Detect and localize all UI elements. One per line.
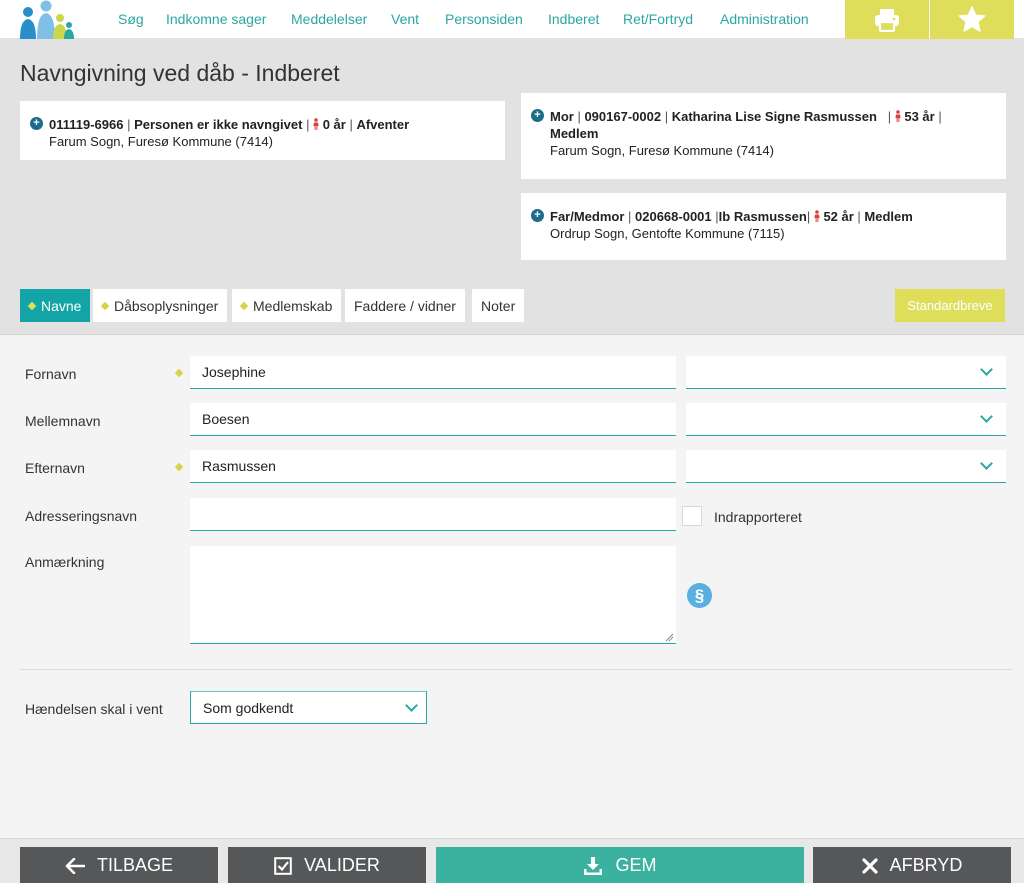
mother-age: 53 år [904, 109, 935, 124]
address-name-input[interactable] [190, 498, 676, 531]
last-name-label: Efternavn [25, 460, 85, 476]
divider [20, 669, 1012, 670]
address-name-label: Adresseringsnavn [25, 508, 138, 524]
print-button[interactable] [845, 0, 929, 39]
child-age: 0 år [322, 117, 346, 132]
first-name-input[interactable] [190, 356, 676, 389]
expand-plus-icon[interactable]: + [531, 209, 544, 222]
star-icon [958, 6, 986, 32]
last-name-input[interactable] [190, 450, 676, 483]
tab-godparents-witnesses[interactable]: Faddere / vidner [345, 289, 465, 322]
mother-name: Katharina Lise Signe Rasmussen [671, 109, 877, 124]
chevron-down-icon [980, 410, 993, 423]
remark-textarea[interactable] [190, 546, 676, 644]
child-status: Afventer [356, 117, 410, 132]
tab-label: Noter [481, 297, 516, 314]
arrow-left-icon [65, 857, 85, 874]
marked-diamond-icon [27, 301, 37, 310]
marked-diamond-icon [239, 301, 249, 310]
tab-label: Navne [41, 297, 82, 314]
nav-item-report[interactable]: Indberet [548, 11, 599, 27]
father-role: Far/Medmor [550, 209, 625, 224]
female-person-icon [313, 118, 319, 130]
first-name-dropdown[interactable] [686, 356, 1006, 389]
child-summary-line: 011119-6966 | Personen er ikke navngivet… [49, 117, 410, 132]
first-name-label: Fornavn [25, 366, 77, 382]
child-parish: Farum Sogn, Furesø Kommune (7414) [49, 134, 273, 149]
middle-name-dropdown[interactable] [686, 403, 1006, 436]
nav-item-pending[interactable]: Vent [391, 11, 419, 27]
nav-item-administration[interactable]: Administration [720, 11, 809, 27]
reported-label: Indrapporteret [714, 509, 802, 525]
father-membership: Medlem [864, 209, 913, 224]
wait-label: Hændelsen skal i vent [25, 701, 163, 717]
nav-item-messages[interactable]: Meddelelser [291, 11, 367, 27]
standard-letters-button[interactable]: Standardbreve [895, 289, 1005, 322]
middle-name-input[interactable] [190, 403, 676, 436]
mother-role: Mor [550, 109, 574, 124]
back-button[interactable]: TILBAGE [20, 847, 218, 883]
mother-summary-line: Mor | 090167-0002 | Katharina Lise Signe… [550, 109, 942, 141]
female-person-icon [895, 110, 901, 122]
back-label: TILBAGE [96, 855, 174, 875]
favorite-button[interactable] [930, 0, 1014, 39]
mother-card: + Mor | 090167-0002 | Katharina Lise Sig… [521, 93, 1006, 179]
page-title: Navngivning ved dåb - Indberet [20, 60, 340, 86]
last-name-dropdown[interactable] [686, 450, 1006, 483]
child-card: + 011119-6966 | Personen er ikke navngiv… [20, 101, 505, 160]
validate-label: VALIDER [304, 855, 380, 875]
mother-membership: Medlem [550, 126, 599, 141]
middle-name-label: Mellemnavn [25, 413, 101, 429]
nav-item-incoming-cases[interactable]: Indkomne sager [166, 11, 266, 27]
mother-cpr: 090167-0002 [584, 109, 662, 124]
child-cpr: 011119-6966 [49, 117, 124, 132]
required-diamond-icon [174, 368, 184, 378]
tab-label: Medlemskab [253, 297, 333, 314]
cancel-button[interactable]: AFBRYD [813, 847, 1011, 883]
cancel-label: AFBRYD [889, 855, 963, 875]
save-button[interactable]: GEM [436, 847, 804, 883]
validate-button[interactable]: VALIDER [228, 847, 426, 883]
chevron-down-icon [980, 457, 993, 470]
case-header: Navngivning ved dåb - Indberet + 011119-… [0, 39, 1024, 335]
save-label: GEM [615, 855, 657, 875]
printer-icon [875, 8, 899, 32]
chevron-down-icon [980, 363, 993, 376]
expand-plus-icon[interactable]: + [30, 117, 43, 130]
tab-label: Faddere / vidner [354, 297, 456, 314]
chevron-down-icon [405, 699, 418, 712]
expand-plus-icon[interactable]: + [531, 109, 544, 122]
tab-label: Dåbsoplysninger [114, 297, 219, 314]
resize-grip-icon[interactable] [664, 632, 674, 642]
father-parish: Ordrup Sogn, Gentofte Kommune (7115) [550, 226, 785, 241]
tab-membership[interactable]: Medlemskab [232, 289, 342, 322]
nav-item-search[interactable]: Søg [118, 11, 144, 27]
section-sign-icon[interactable]: § [687, 583, 712, 608]
download-icon [584, 856, 603, 875]
action-footer: TILBAGE VALIDER GEM AFBRYD [0, 838, 1024, 883]
nav-item-edit-undo[interactable]: Ret/Fortryd [623, 11, 693, 27]
tab-notes[interactable]: Noter [472, 289, 525, 322]
father-name: Ib Rasmussen [718, 209, 807, 224]
remark-label: Anmærkning [25, 554, 105, 570]
wait-status-value: Som godkendt [203, 700, 294, 716]
child-name-status: Personen er ikke navngivet [134, 117, 303, 132]
nav-item-person-page[interactable]: Personsiden [445, 11, 523, 27]
father-age: 52 år [823, 209, 854, 224]
wait-status-select[interactable]: Som godkendt [190, 691, 427, 724]
family-logo-icon[interactable] [18, 0, 76, 39]
tab-baptism-info[interactable]: Dåbsoplysninger [93, 289, 228, 322]
mother-parish: Farum Sogn, Furesø Kommune (7414) [550, 143, 774, 158]
father-card: + Far/Medmor | 020668-0001 |Ib Rasmussen… [521, 193, 1006, 260]
father-summary-line: Far/Medmor | 020668-0001 |Ib Rasmussen| … [550, 209, 913, 224]
required-diamond-icon [174, 462, 184, 472]
tab-names[interactable]: Navne [20, 289, 91, 322]
top-navigation: Søg Indkomne sager Meddelelser Vent Pers… [0, 0, 1024, 39]
reported-checkbox[interactable] [682, 506, 702, 526]
marked-diamond-icon [100, 301, 110, 310]
female-person-icon [814, 210, 820, 222]
close-icon [862, 857, 878, 874]
father-cpr: 020668-0001 [635, 209, 712, 224]
checkbox-check-icon [274, 856, 292, 875]
